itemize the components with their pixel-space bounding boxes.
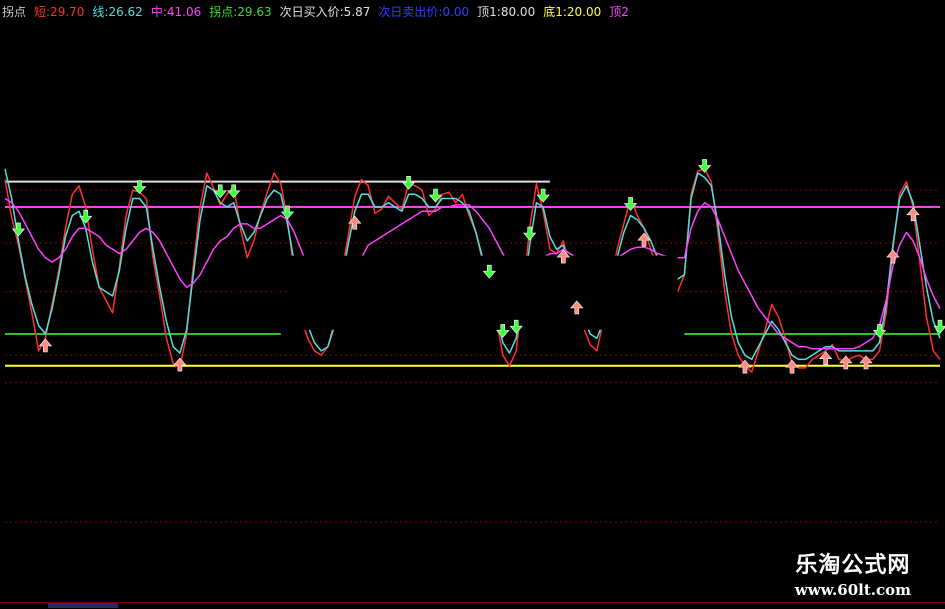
indicator-chart[interactable] (0, 0, 945, 609)
buy-signal-arrow (38, 338, 53, 353)
sell-signal-arrow (401, 176, 416, 190)
sell-signal-arrow (523, 226, 537, 241)
buy-signal-arrow (173, 357, 187, 372)
legend-bottom: 底1:20.00 (543, 4, 602, 19)
legend-top2: 顶2 (609, 4, 629, 19)
indicator-legend: 拐点 短:29.70 线:26.62 中:41.06 拐点:29.63 次日买入… (0, 0, 945, 22)
buy-signal-arrow (839, 355, 853, 370)
bottom-strip-chip[interactable] (48, 603, 118, 608)
legend-pivot: 拐点:29.63 (209, 4, 272, 19)
legend-buy-price: 次日买入价:5.87 (279, 4, 371, 19)
sell-signal-arrow (933, 319, 945, 334)
legend-top: 顶1:80.00 (477, 4, 536, 19)
gap-mask (287, 255, 678, 330)
grid-lines (5, 189, 940, 523)
buy-signal-arrow (859, 355, 873, 370)
legend-sell-price: 次日卖出价:0.00 (378, 4, 470, 19)
site-watermark: 乐淘公式网 www.60lt.com (795, 547, 911, 599)
buy-signal-arrow (785, 359, 799, 374)
data-gap (287, 255, 678, 330)
legend-line: 线:26.62 (92, 4, 143, 19)
sell-signal-arrow (79, 209, 93, 224)
watermark-title: 乐淘公式网 (795, 553, 911, 578)
legend-mid: 中:41.06 (150, 4, 202, 19)
indicator-chart-window: 拐点 短:29.70 线:26.62 中:41.06 拐点:29.63 次日买入… (0, 0, 945, 609)
legend-short: 短:29.70 (34, 4, 85, 19)
buy-signal-arrow (906, 207, 920, 222)
sell-signal-arrow (227, 184, 241, 199)
indicator-title: 拐点 (2, 4, 27, 19)
buy-signal-arrow (738, 359, 752, 374)
watermark-url: www.60lt.com (794, 581, 911, 599)
bottom-scroll-strip[interactable] (0, 602, 945, 609)
